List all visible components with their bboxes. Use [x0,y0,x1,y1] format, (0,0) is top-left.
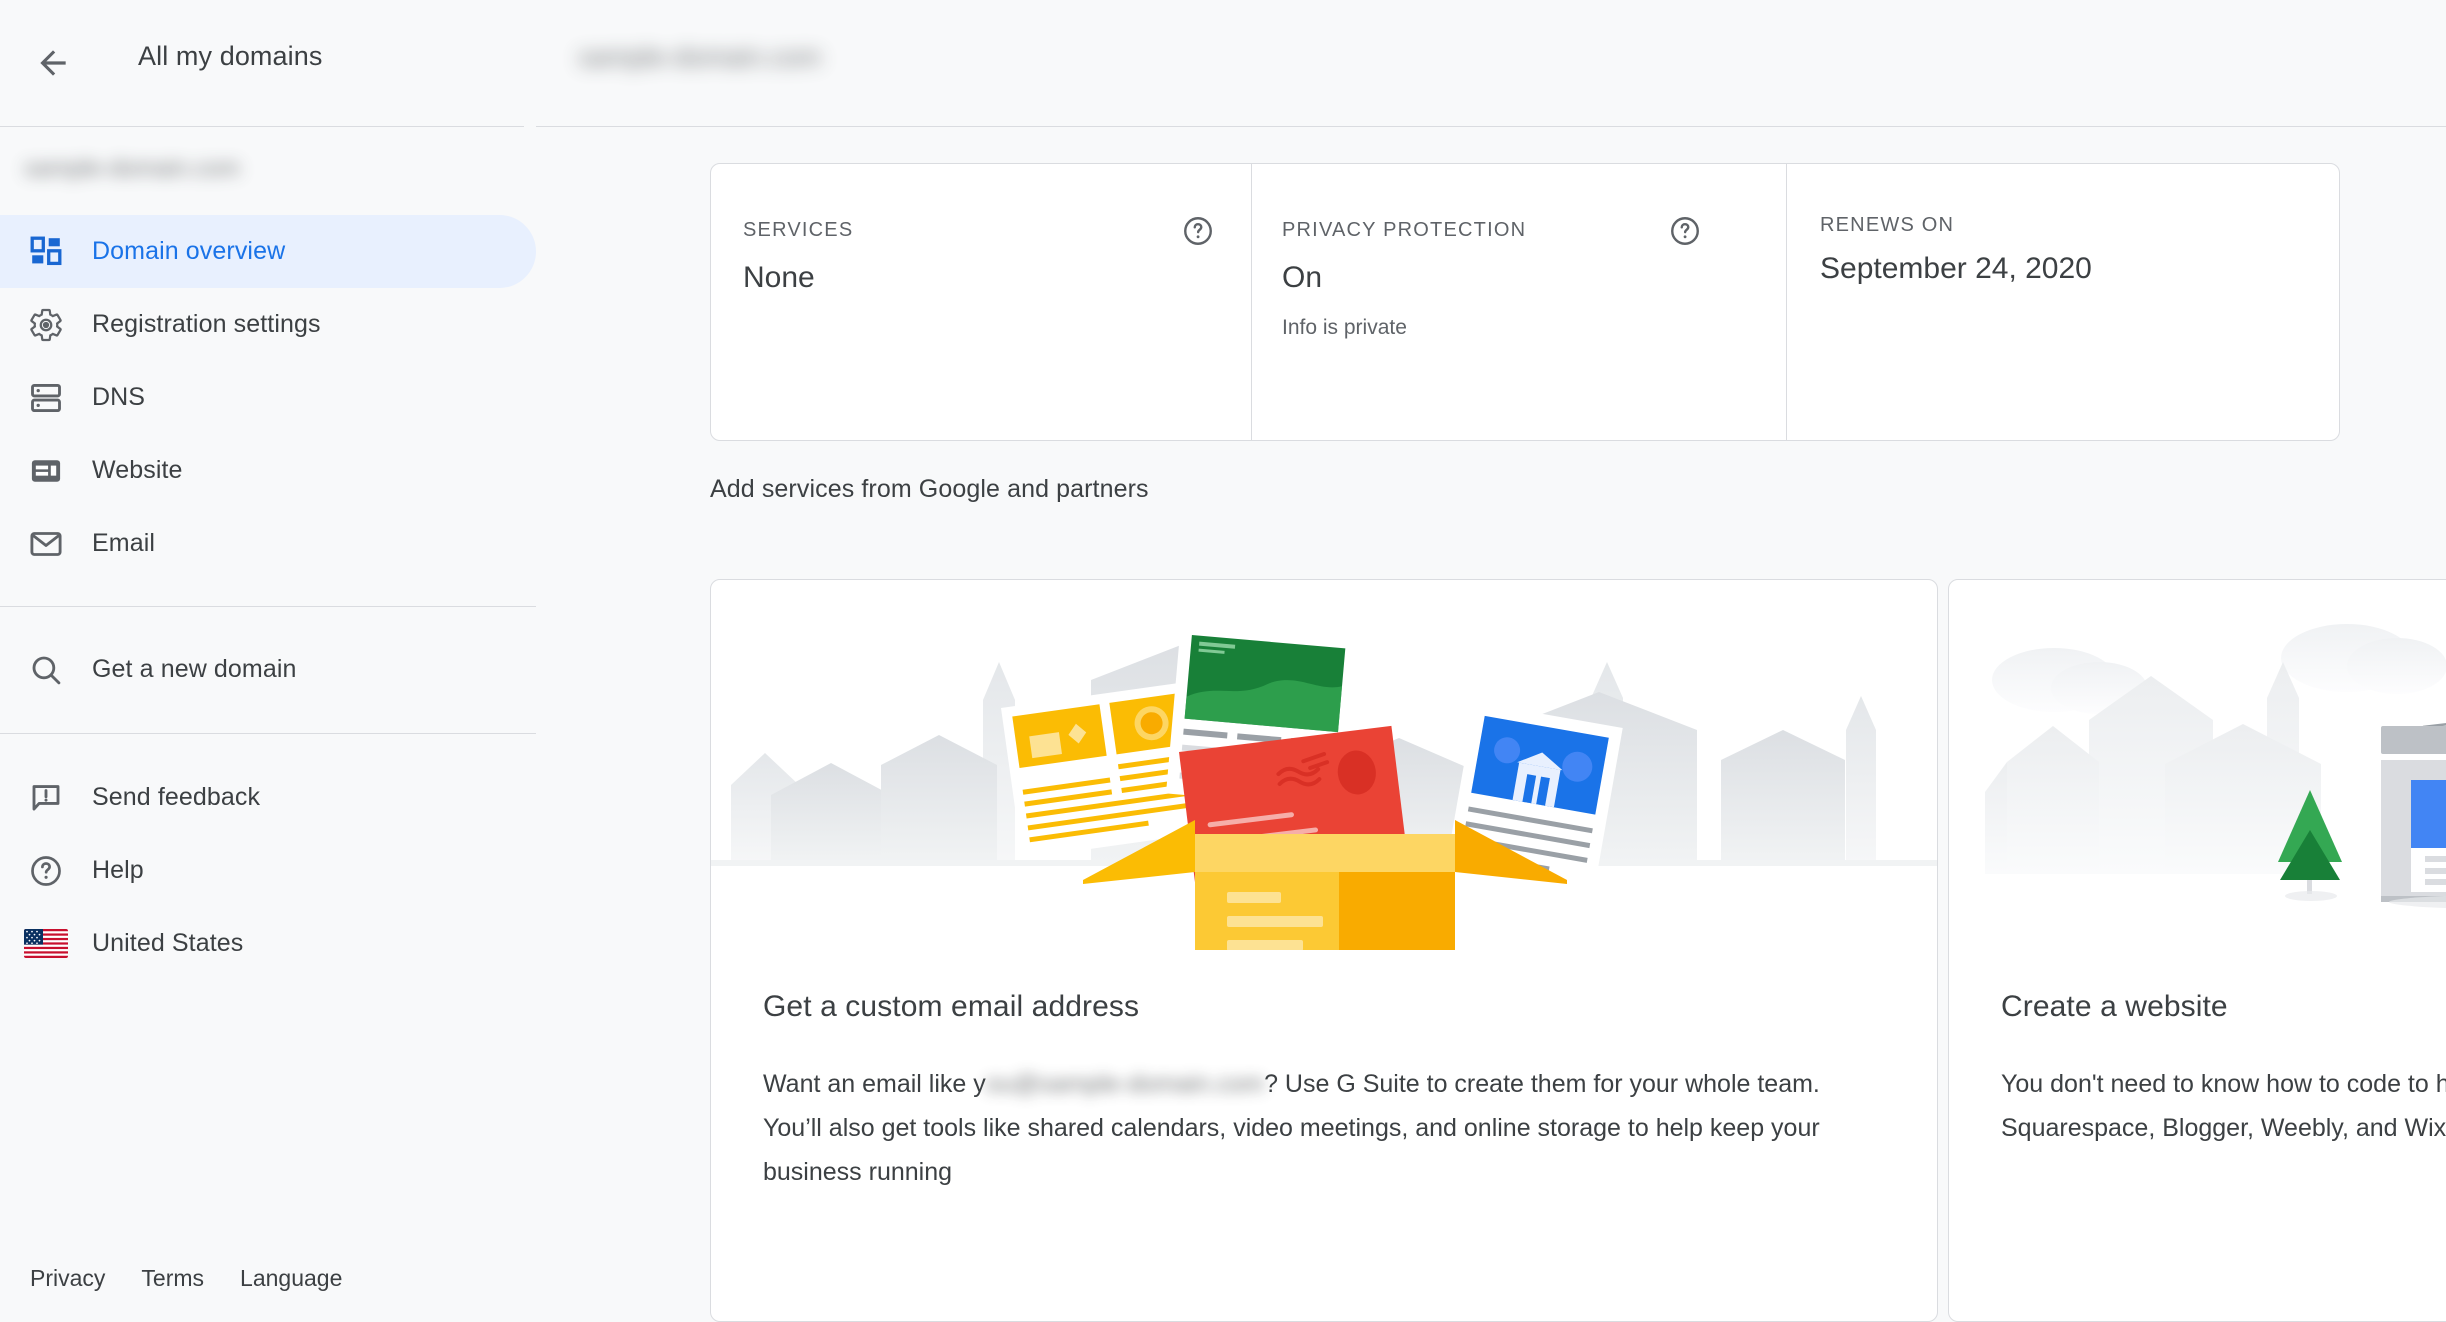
privacy-value: On [1282,261,1323,294]
footer-link-language[interactable]: Language [222,1257,360,1300]
sidebar-item-united-states[interactable]: United States [0,907,536,980]
sidebar-item-registration-settings[interactable]: Registration settings [0,288,536,361]
website-card-title: Create a website [2001,990,2228,1023]
services-help-icon[interactable] [1181,214,1215,253]
open-box-with-mail-illustration [711,580,1937,950]
us-flag-icon [18,929,74,958]
all-my-domains-link[interactable]: All my domains [138,41,322,72]
help-circle-icon [18,853,74,889]
sidebar-item-domain-overview[interactable]: Domain overview [0,215,536,288]
feedback-icon [18,780,74,816]
sidebar: sample-domain.com Domain overview Regist… [0,127,536,1322]
sidebar-item-help[interactable]: Help [0,834,536,907]
sidebar-item-label: Domain overview [92,237,286,265]
sidebar-item-label: United States [92,929,244,957]
sidebar-item-label: Send feedback [92,783,261,811]
sidebar-footer-links: Privacy Terms Language [0,1257,536,1300]
sidebar-item-get-a-new-domain[interactable]: Get a new domain [0,633,536,706]
privacy-help-icon[interactable] [1668,214,1702,253]
email-card-title: Get a custom email address [763,990,1140,1023]
renews-on-column: RENEWS ON September 24, 2020 [1786,164,2339,440]
footer-link-terms[interactable]: Terms [123,1257,222,1300]
dashboard-icon [18,234,74,270]
sidebar-item-send-feedback[interactable]: Send feedback [0,761,536,834]
privacy-subtext: Info is private [1282,316,1407,339]
sidebar-domain-name: sample-domain.com [24,155,241,182]
renews-value: September 24, 2020 [1820,252,2092,285]
search-icon [18,652,74,688]
privacy-protection-column: PRIVACY PROTECTION On Info is private [1251,164,1786,440]
service-card-website[interactable]: Create a website You don't need to know … [1948,579,2446,1322]
sidebar-item-label: Registration settings [92,310,321,338]
sidebar-item-label: Help [92,856,144,884]
sidebar-item-label: DNS [92,383,146,411]
gear-icon [18,307,74,343]
back-button[interactable] [18,28,88,98]
renews-label: RENEWS ON [1820,214,1955,236]
sidebar-item-email[interactable]: Email [0,507,536,580]
section-title: Add services from Google and partners [710,475,1149,503]
sidebar-item-label: Website [92,456,183,484]
envelope-icon [18,526,74,562]
header-domain-name: sample-domain.com [578,42,822,72]
email-card-body: Want an email like you@sample-domain.com… [763,1062,1878,1194]
sidebar-item-dns[interactable]: DNS [0,361,536,434]
email-body-before: Want an email like y [763,1070,986,1098]
dns-server-icon [18,380,74,416]
top-header-bar: All my domains sample-domain.com [0,0,2446,128]
back-arrow-icon [40,50,66,76]
privacy-label: PRIVACY PROTECTION [1282,219,1527,241]
services-label: SERVICES [743,219,854,241]
domain-summary-card: SERVICES None PRIVACY PROTECTION On Info… [710,163,2340,441]
sidebar-item-label: Get a new domain [92,655,297,683]
website-card-body: You don't need to know how to code to ha… [2001,1070,2446,1142]
crane-lifting-website-illustration [1949,580,2446,950]
sidebar-nav: Domain overview Registration settings DN… [0,215,536,980]
footer-link-privacy[interactable]: Privacy [12,1257,123,1300]
google-domains-overview-page: All my domains sample-domain.com sample-… [0,0,2446,1322]
sidebar-item-label: Email [92,529,156,557]
email-body-redacted: ou@sample-domain.com [985,1070,1265,1098]
services-column: SERVICES None [711,164,1251,440]
service-card-email[interactable]: Get a custom email address Want an email… [710,579,1938,1322]
website-icon [18,453,74,489]
sidebar-item-website[interactable]: Website [0,434,536,507]
services-value: None [743,261,815,294]
main-content: SERVICES None PRIVACY PROTECTION On Info… [536,127,2446,1322]
